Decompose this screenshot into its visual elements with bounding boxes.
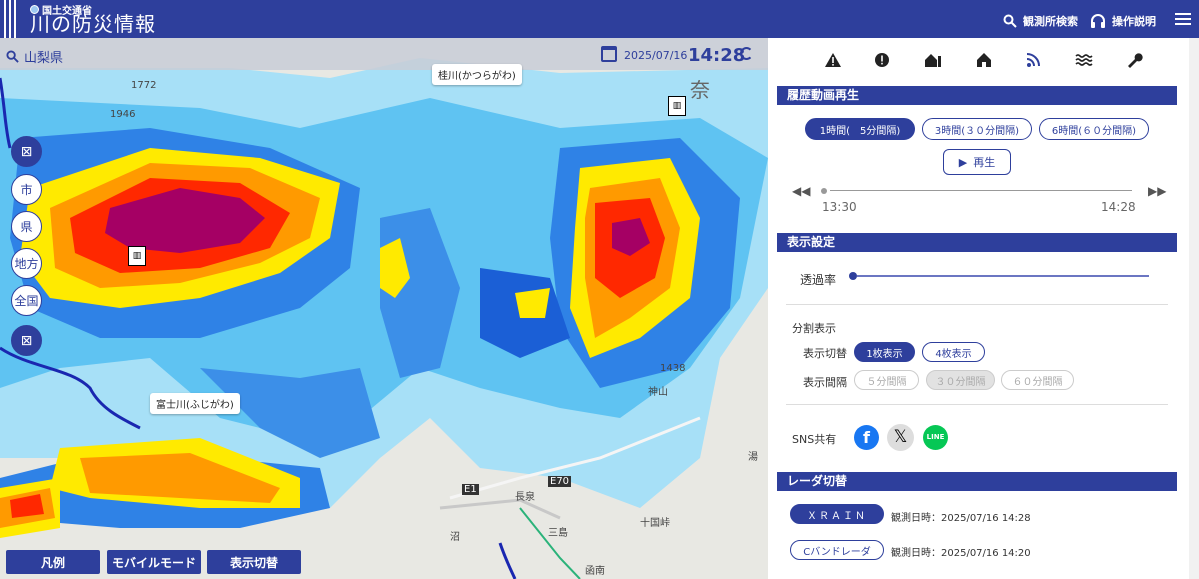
play-label: 再生 <box>973 156 996 169</box>
map-place-label: 十国峠 <box>640 518 670 529</box>
map-elevation-label: 1772 <box>131 80 157 91</box>
nav-alert[interactable] <box>862 52 902 72</box>
nav-icon-row <box>768 38 1189 84</box>
mobile-mode-button[interactable]: モバイルモード <box>107 550 201 574</box>
layer-toggle-bottom-button[interactable]: ⊠ <box>11 325 42 356</box>
interval-3h-button[interactable]: 3時間(３０分間隔) <box>922 118 1032 140</box>
station-search-label: 観測所検索 <box>1023 15 1078 28</box>
zoom-national-button[interactable]: 全国 <box>11 285 42 316</box>
map-place-label: 沼 <box>450 532 460 543</box>
nav-flood[interactable] <box>1064 52 1104 72</box>
map-area[interactable]: 山梨県 2025/07/16 14:28 桂川(かつらがわ) 富士川(ふじがわ)… <box>0 38 768 579</box>
divider <box>786 304 1168 305</box>
display-section-title: 表示設定 <box>777 233 1177 252</box>
legend-button[interactable]: 凡例 <box>6 550 100 574</box>
observation-time: 14:28 <box>688 45 746 66</box>
alert-circle-icon <box>875 53 889 67</box>
x-twitter-icon[interactable]: 𝕏 <box>887 424 914 451</box>
observation-date: 2025/07/16 <box>624 49 688 62</box>
panel-scrollbar[interactable] <box>1189 38 1199 579</box>
header: 国土交通省 川の防災情報 観測所検索 操作説明 <box>0 0 1199 38</box>
map-elevation-label: 1438 <box>660 363 686 374</box>
warning-icon <box>825 53 841 67</box>
station-search-link[interactable]: 観測所検索 <box>1003 13 1078 29</box>
c-band-radar-button[interactable]: Cバンドレーダ <box>790 540 884 560</box>
display-switch-button[interactable]: 表示切替 <box>207 550 301 574</box>
map-place-label: 三島 <box>548 528 568 539</box>
quad-view-button[interactable]: 4枚表示 <box>922 342 985 362</box>
help-link[interactable]: 操作説明 <box>1090 13 1156 29</box>
headset-icon <box>1091 14 1105 28</box>
expressway-label: E70 <box>548 476 572 487</box>
display-switch-label: 表示切替 <box>803 347 847 360</box>
hamburger-menu-icon[interactable] <box>1175 13 1191 25</box>
opacity-label: 透過率 <box>800 273 837 287</box>
line-icon[interactable]: LINE <box>923 425 948 450</box>
radar-icon <box>1026 53 1040 67</box>
layer-toggle-top-button[interactable]: ⊠ <box>11 136 42 167</box>
map-place-label: 湯 <box>748 452 758 463</box>
site-title[interactable]: 川の防災情報 <box>30 13 156 35</box>
search-icon <box>1003 14 1017 28</box>
nav-settings[interactable] <box>1114 52 1154 72</box>
expressway-label: E1 <box>462 484 479 495</box>
nav-radar[interactable] <box>1014 52 1054 72</box>
opacity-slider-handle[interactable] <box>849 272 857 280</box>
calendar-icon[interactable] <box>601 46 617 62</box>
rewind-icon[interactable]: ◀◀ <box>792 184 810 198</box>
river-label-fuji[interactable]: 富士川(ふじがわ) <box>150 393 240 414</box>
map-place-label: 奈 <box>690 78 710 102</box>
zoom-region-button[interactable]: 地方 <box>11 248 42 279</box>
refresh-icon[interactable] <box>740 47 753 60</box>
nav-registered[interactable] <box>964 52 1004 72</box>
facebook-icon[interactable]: f <box>854 425 879 450</box>
c-band-observed-time: 観測日時：2025/07/16 14:20 <box>891 548 1031 559</box>
map-place-label: 長泉 <box>515 492 535 503</box>
river-label-katsura[interactable]: 桂川(かつらがわ) <box>432 64 522 85</box>
single-view-button[interactable]: 1枚表示 <box>854 342 915 362</box>
app-root: 国土交通省 川の防災情報 観測所検索 操作説明 山梨県 2025/07/16 1… <box>0 0 1199 579</box>
xrain-observed-time: 観測日時：2025/07/16 14:28 <box>891 513 1031 524</box>
map-place-label: 函南 <box>585 566 605 577</box>
interval-60min-button[interactable]: ６０分間隔 <box>1001 370 1074 390</box>
wrench-icon <box>1128 53 1143 68</box>
zoom-prefecture-button[interactable]: 県 <box>11 211 42 242</box>
interval-5min-button[interactable]: ５分間隔 <box>854 370 919 390</box>
divider <box>786 404 1168 405</box>
timeline-handle[interactable] <box>821 188 827 194</box>
nav-station-list[interactable] <box>913 52 953 72</box>
house-list-icon <box>925 54 941 67</box>
split-display-title: 分割表示 <box>792 322 836 335</box>
prefecture-selector[interactable]: 山梨県 <box>6 47 63 66</box>
play-button[interactable]: ▶ 再生 <box>943 149 1011 175</box>
timeline-start-time: 13:30 <box>822 200 857 214</box>
house-icon <box>977 53 991 67</box>
water-level-station-marker[interactable]: ▥ <box>128 246 146 266</box>
header-stripes <box>4 0 20 38</box>
play-icon: ▶ <box>958 155 968 169</box>
xrain-radar-button[interactable]: ＸＲＡＩＮ <box>790 504 884 524</box>
timeline-track[interactable] <box>830 190 1132 191</box>
display-interval-label: 表示間隔 <box>803 376 847 389</box>
timeline-end-time: 14:28 <box>1101 200 1136 214</box>
radar-section-title: レーダ切替 <box>777 472 1177 491</box>
map-elevation-label: 1946 <box>110 109 136 120</box>
interval-6h-button[interactable]: 6時間(６０分間隔) <box>1039 118 1149 140</box>
help-label: 操作説明 <box>1112 15 1156 28</box>
water-level-station-marker[interactable]: ▥ <box>668 96 686 116</box>
interval-1h-button[interactable]: 1時間( 5分間隔) <box>805 118 915 140</box>
opacity-slider-track[interactable] <box>857 275 1149 277</box>
prefecture-name: 山梨県 <box>24 51 64 66</box>
map-place-label: 神山 <box>648 387 668 398</box>
search-icon <box>6 50 19 63</box>
fast-forward-icon[interactable]: ▶▶ <box>1148 184 1166 198</box>
sns-share-label: SNS共有 <box>792 433 837 446</box>
side-panel: 履歴動画再生 1時間( 5分間隔) 3時間(３０分間隔) 6時間(６０分間隔) … <box>768 38 1199 579</box>
interval-30min-button[interactable]: ３０分間隔 <box>926 370 995 390</box>
waves-icon <box>1075 54 1093 66</box>
zoom-city-button[interactable]: 市 <box>11 174 42 205</box>
history-section-title: 履歴動画再生 <box>777 86 1177 105</box>
nav-warning[interactable] <box>813 52 853 72</box>
map-status-bar: 山梨県 2025/07/16 14:28 <box>0 38 768 70</box>
